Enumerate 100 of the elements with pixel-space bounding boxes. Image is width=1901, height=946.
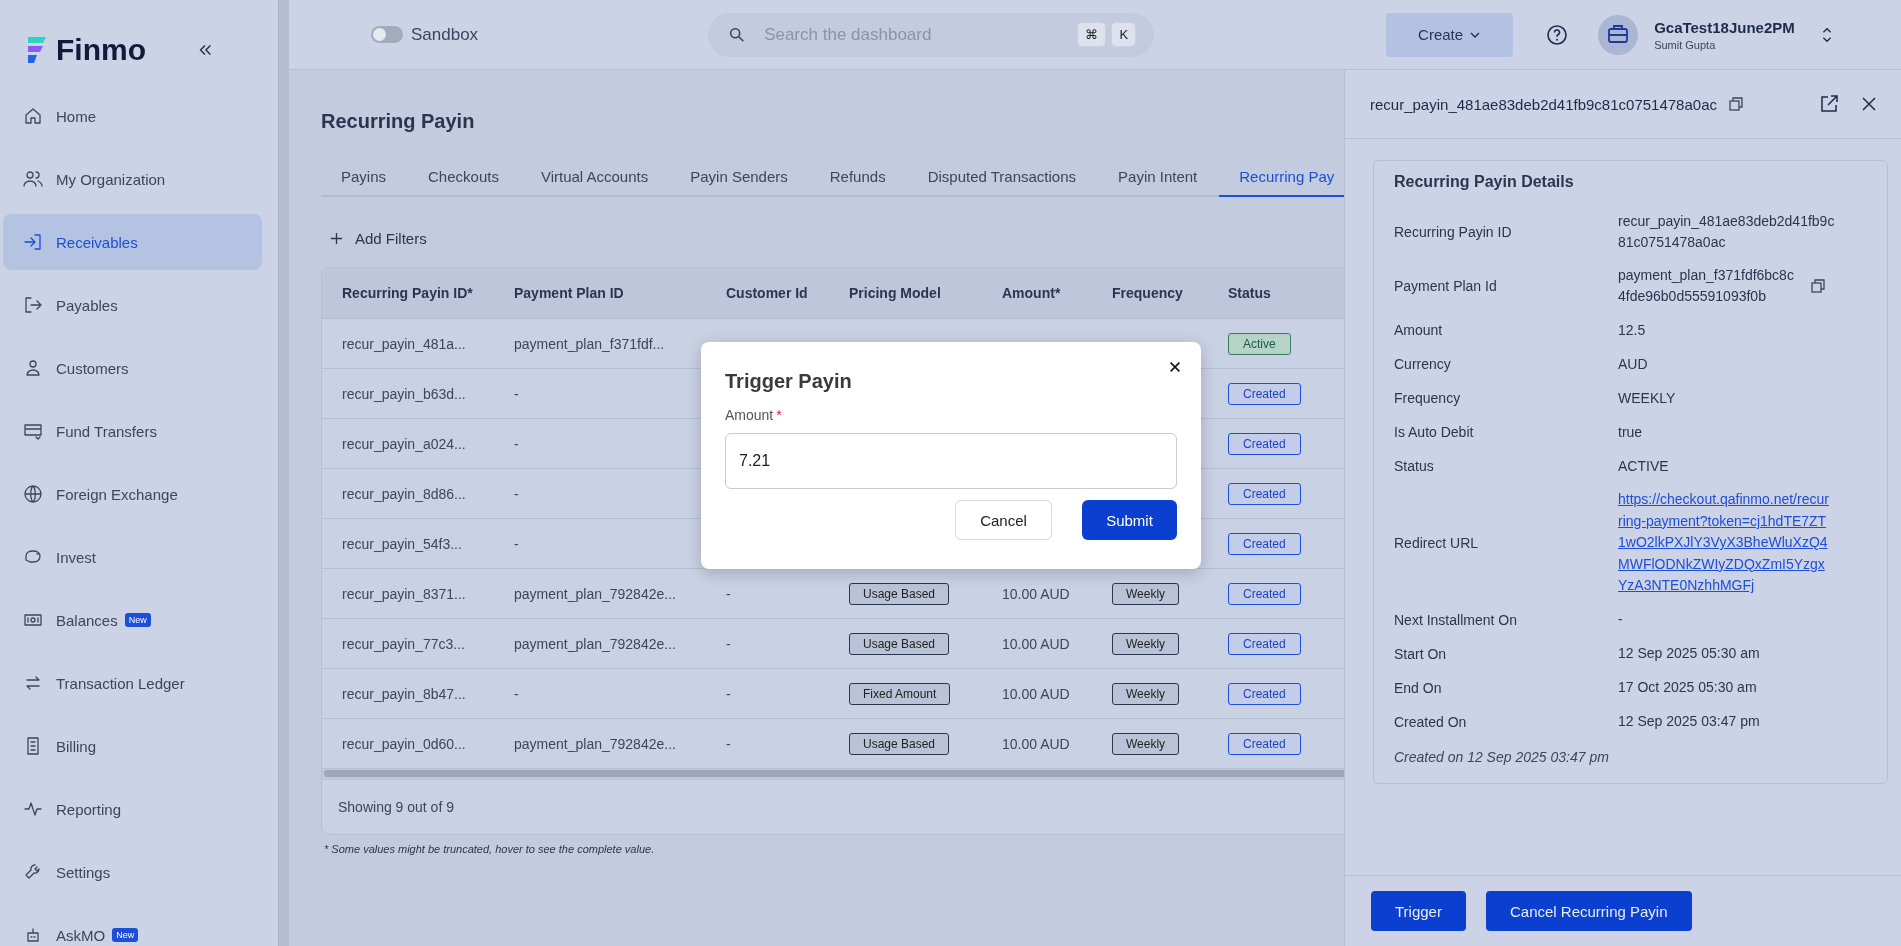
search-icon xyxy=(728,25,747,44)
field-value: ACTIVE xyxy=(1618,456,1670,476)
column-header: Customer Id xyxy=(726,285,809,301)
shortcut-key: ⌘ xyxy=(1077,22,1107,47)
redirect-link[interactable]: https://checkout.qafinmo.net/recurring-payment?token=cj1hdTE7ZT1wO2lkPXJlY3VyX3BheWluXzQ4MWFlODNkZWIyZDQxZmI5YzgxYzA3NTE0NzhhMGFj xyxy=(1618,489,1830,597)
sidebar-item[interactable]: My Organization xyxy=(3,151,262,207)
create-button[interactable]: Create xyxy=(1386,12,1514,57)
field-label: Start On xyxy=(1394,645,1448,662)
close-icon[interactable] xyxy=(1168,360,1182,374)
copy-icon[interactable] xyxy=(1728,96,1744,112)
amount-input[interactable]: 7.21 xyxy=(725,433,1177,489)
field-label: Status xyxy=(1394,458,1435,474)
chevron-updown-icon[interactable] xyxy=(1820,25,1833,44)
briefcase-avatar-icon[interactable] xyxy=(1598,14,1639,55)
tab[interactable]: Disputed Transactions xyxy=(907,161,1097,195)
add-filters-button[interactable]: Add Filters xyxy=(355,230,427,247)
table-footer-count: Showing 9 out of 9 xyxy=(338,799,454,815)
table-cell: 10.00 AUD xyxy=(1002,685,1070,702)
external-link-icon[interactable] xyxy=(1819,94,1839,114)
submit-button[interactable]: Submit xyxy=(1082,500,1177,540)
organization-name: GcaTest18June2PM xyxy=(1654,18,1795,36)
sidebar-item[interactable]: Invest xyxy=(3,529,262,585)
sidebar-item[interactable]: Balances New xyxy=(3,592,262,648)
table-cell-text: recur_payin_8371... xyxy=(341,585,467,602)
person-icon xyxy=(23,358,43,378)
created-note: Created on 12 Sep 2025 03:47 pm xyxy=(1394,748,1610,765)
field-label: Amount xyxy=(1394,322,1444,338)
card-icon xyxy=(23,421,43,441)
status-tag: Created xyxy=(1228,632,1301,655)
sidebar-item[interactable]: Foreign Exchange xyxy=(3,466,262,522)
tab[interactable]: Virtual Accounts xyxy=(520,161,669,195)
field-label: Payment Plan Id xyxy=(1394,278,1498,294)
table-cell: - xyxy=(726,685,731,702)
field-value: - xyxy=(1618,610,1624,629)
sidebar-item[interactable]: Receivables xyxy=(3,214,262,270)
table-cell-text: recur_payin_8b47... xyxy=(341,685,467,702)
field-value: recur_payin_481ae83deb2d41fb9c81c0751478a0ac xyxy=(1618,212,1836,252)
table-cell-text: - xyxy=(514,535,520,552)
new-badge: New xyxy=(112,928,139,942)
frequency-tag: Weekly xyxy=(1112,682,1180,705)
table-cell-text: - xyxy=(514,385,520,402)
table-cell-text: payment_plan_792842e... xyxy=(514,585,677,602)
column-header: Pricing Model xyxy=(849,285,942,301)
column-header: Payment Plan ID xyxy=(514,285,625,301)
dialog-title: Trigger Payin xyxy=(725,370,852,393)
sidebar-item[interactable]: Settings xyxy=(3,844,262,900)
shortcut-key: K xyxy=(1111,22,1137,47)
table-cell-text: recur_payin_a024... xyxy=(341,435,467,452)
sidebar-item[interactable]: AskMO New xyxy=(3,907,262,946)
scrollbar[interactable] xyxy=(322,769,1344,780)
cancel-button[interactable]: Cancel xyxy=(955,500,1052,540)
scrollbar[interactable] xyxy=(278,0,289,946)
status-tag: Created xyxy=(1228,582,1301,605)
pricing-tag: Fixed Amount xyxy=(849,682,951,705)
column-header: Recurring Payin ID* xyxy=(341,285,474,301)
sidebar-item[interactable]: Customers xyxy=(3,340,262,396)
table-cell: 10.00 AUD xyxy=(1002,635,1070,652)
search-input[interactable]: Search the dashboard xyxy=(762,23,1073,46)
status-tag: Created xyxy=(1228,482,1301,505)
table-cell-text: recur_payin_77c3... xyxy=(341,635,466,652)
sidebar-item[interactable]: Transaction Ledger xyxy=(3,655,262,711)
table-cell-text: recur_payin_54f3... xyxy=(341,535,463,552)
sidebar-item[interactable]: Home xyxy=(3,88,262,144)
cancel-recurring-button[interactable]: Cancel Recurring Payin xyxy=(1485,891,1692,931)
status-tag: Created xyxy=(1228,732,1301,755)
status-tag: Created xyxy=(1228,432,1301,455)
field-value: true xyxy=(1618,422,1644,442)
new-badge: New xyxy=(124,613,151,627)
help-icon[interactable] xyxy=(1546,23,1569,46)
people-icon xyxy=(23,169,43,189)
field-label: Frequency xyxy=(1394,390,1462,406)
table-cell-text: recur_payin_0d60... xyxy=(341,735,467,752)
arrow-out-icon xyxy=(23,295,43,315)
truncation-note: * Some values might be truncated, hover to see the complete value. xyxy=(324,843,656,855)
tab[interactable]: Refunds xyxy=(809,161,906,195)
search-field[interactable]: Search the dashboard ⌘ K xyxy=(708,12,1155,57)
field-value: WEEKLY xyxy=(1618,388,1677,408)
sandbox-toggle[interactable] xyxy=(371,26,403,43)
plus-icon[interactable] xyxy=(330,232,343,245)
trigger-button[interactable]: Trigger xyxy=(1371,891,1466,931)
sidebar-item[interactable]: Billing xyxy=(3,718,262,774)
tab[interactable]: Payin Intent xyxy=(1098,161,1218,195)
section-title: Recurring Payin Details xyxy=(1394,173,1575,191)
copy-icon[interactable] xyxy=(1810,278,1826,294)
field-value: 17 Oct 2025 05:30 am xyxy=(1618,678,1758,697)
table-cell-text: payment_plan_792842e... xyxy=(514,735,677,752)
tab[interactable]: Checkouts xyxy=(408,161,519,195)
column-header: Status xyxy=(1228,285,1272,301)
table-cell: - xyxy=(726,735,731,752)
field-label: Created On xyxy=(1394,713,1468,730)
tab[interactable]: Payins xyxy=(321,161,407,195)
sidebar-item[interactable]: Fund Transfers xyxy=(3,403,262,459)
home-icon xyxy=(23,106,43,126)
status-tag: Active xyxy=(1228,332,1291,355)
frequency-tag: Weekly xyxy=(1112,632,1180,655)
tab[interactable]: Payin Senders xyxy=(670,161,808,195)
field-value: 12 Sep 2025 05:30 am xyxy=(1618,644,1761,663)
globe-icon xyxy=(23,484,43,504)
sidebar-item[interactable]: Reporting xyxy=(3,781,262,837)
sidebar-item[interactable]: Payables xyxy=(3,277,262,333)
